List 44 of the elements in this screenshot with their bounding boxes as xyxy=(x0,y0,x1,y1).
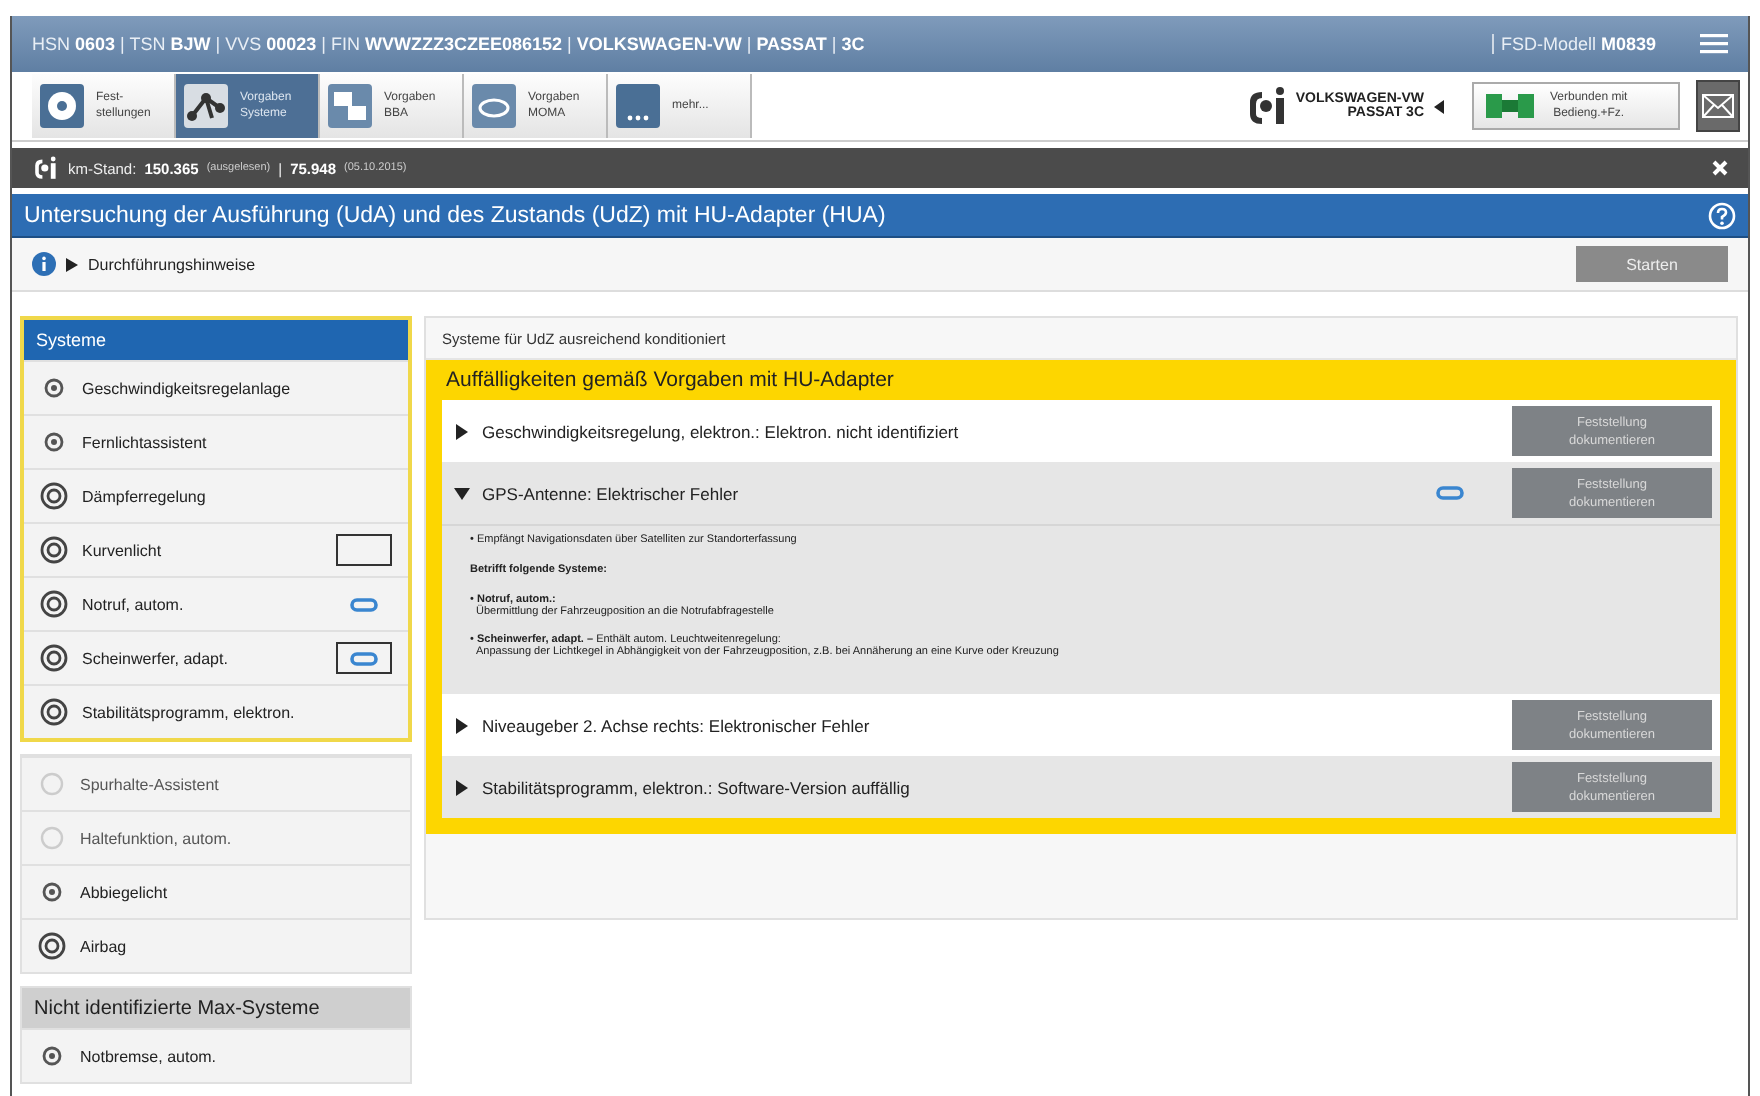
system-item[interactable]: Notruf, autom. xyxy=(24,576,408,630)
menu-icon[interactable] xyxy=(1700,34,1728,54)
vehicle-symbol-icon xyxy=(32,156,60,180)
info-icon xyxy=(32,252,56,276)
group-header: Systeme xyxy=(24,320,408,360)
finding-title[interactable]: Stabilitätsprogramm, elektron.: Software-Version auffällig xyxy=(482,777,910,797)
finding-title[interactable]: Geschwindigkeitsregelung, elektron.: Elektron. nicht identifiziert xyxy=(482,421,959,441)
expand-arrow-icon[interactable] xyxy=(454,423,470,439)
system-item[interactable]: Stabilitätsprogramm, elektron. xyxy=(24,684,408,738)
expand-arrow-icon[interactable] xyxy=(454,717,470,733)
hints-link[interactable]: Durchführungshinweise xyxy=(88,255,256,273)
connector-icon xyxy=(1486,90,1534,122)
system-item[interactable]: Scheinwerfer, adapt. xyxy=(24,630,408,684)
system-item[interactable]: Fernlichtassistent xyxy=(24,414,408,468)
fsd-model: FSD-Modell M0839 xyxy=(1492,34,1656,54)
mail-button[interactable] xyxy=(1696,80,1740,132)
system-item[interactable]: Kurvenlicht xyxy=(24,522,408,576)
finding-title[interactable]: Niveaugeber 2. Achse rechts: Elektronischer Fehler xyxy=(482,715,870,735)
link-icon[interactable] xyxy=(350,597,378,611)
group-header: Nicht identifizierte Max-Systeme xyxy=(22,988,410,1028)
system-item[interactable]: Notbremse, autom. xyxy=(22,1028,410,1082)
panel-title: Auffälligkeiten gemäß Vorgaben mit HU-Adapter xyxy=(444,366,896,396)
vehicle-ids: HSN 0603 | TSN BJW | VVS 00023 | FIN WVWZZZ3CZEE086152 | VOLKSWAGEN-VW | PASSAT | 3C xyxy=(32,34,867,54)
system-item[interactable]: Spurhalte-Assistent xyxy=(22,756,410,810)
more-icon xyxy=(616,84,660,128)
close-icon[interactable] xyxy=(1712,160,1728,176)
system-item[interactable]: Airbag xyxy=(22,918,410,972)
system-item[interactable]: Haltefunktion, autom. xyxy=(22,810,410,864)
expand-arrow-icon[interactable] xyxy=(454,779,470,795)
page-title: Untersuchung der Ausführung (UdA) und des Zustands (UdZ) mit HU-Adapter (HUA) xyxy=(24,203,888,227)
envelope-icon xyxy=(1702,94,1734,118)
expand-arrow-icon[interactable] xyxy=(454,485,470,501)
network-icon xyxy=(184,84,228,128)
system-item[interactable]: Abbiegelicht xyxy=(22,864,410,918)
system-item[interactable]: Geschwindigkeitsregelanlage xyxy=(24,360,408,414)
system-item[interactable]: Dämpferregelung xyxy=(24,468,408,522)
expand-arrow-icon[interactable] xyxy=(66,257,78,271)
screens-icon xyxy=(328,84,372,128)
link-icon[interactable] xyxy=(1436,486,1464,500)
link-icon[interactable] xyxy=(350,651,378,665)
finding-title[interactable]: GPS-Antenne: Elektrischer Fehler xyxy=(482,483,739,503)
left-triangle-icon[interactable] xyxy=(1434,99,1444,113)
help-icon[interactable] xyxy=(1708,201,1736,229)
vehicle-symbol-icon xyxy=(1245,86,1290,126)
